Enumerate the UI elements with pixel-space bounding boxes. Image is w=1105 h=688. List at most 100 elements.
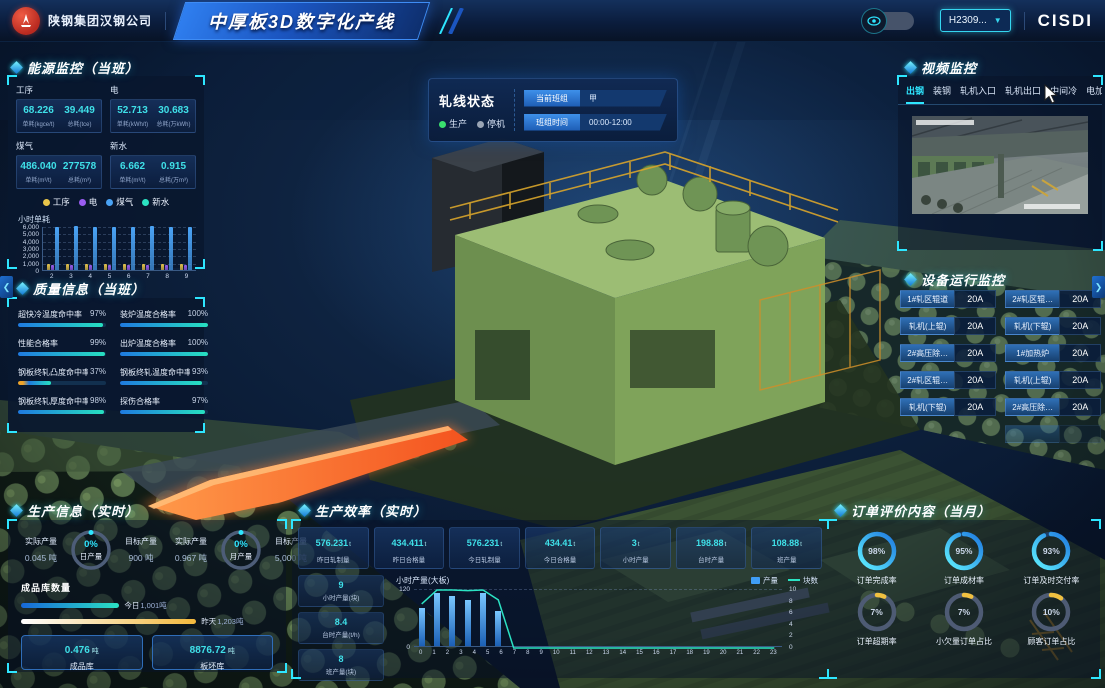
tab-charging[interactable]: 装钢 [933,84,951,104]
stat-card: 576.231t今日轧制量 [449,527,520,569]
quality-item: 装炉温度合格率100% [120,309,208,327]
device-row: 2#轧区辊…20A [900,371,996,389]
device-row: 1#加热炉20A [1005,344,1101,362]
gauge-customer-order-ratio: 10% 顾客订单占比 [1009,589,1094,647]
energy-panel-title: 能源监控（当班） [12,58,139,77]
gauge-small-shortage-ratio: 7% 小欠量订单占比 [921,589,1006,647]
side-stat: 8.4台时产量(t/h) [298,612,384,644]
device-row: 轧机(上辊)20A [900,317,996,335]
efficiency-panel-title: 生产效率（实时） [300,501,427,520]
devices-panel-title: 设备运行监控 [906,270,1005,289]
hourly-chart-legend: 产量 块数 [751,575,818,586]
device-row-partial [1005,425,1101,443]
shift-team-pill: 当前班组 甲 [524,90,667,107]
quality-panel-title: 质量信息（当班） [18,279,145,298]
orders-panel-title: 订单评价内容（当月） [836,501,991,520]
legend-dot-process [43,199,50,206]
device-row: 轧机(上辊)20A [1005,371,1101,389]
daily-production-group: 实际产量0.045 吨 0%日产量 目标产量900 吨 [16,528,166,572]
page-title: 中厚板3D数字化产线 [173,2,430,40]
device-row: 2#高压除…20A [1005,398,1101,416]
cctv-feed[interactable] [912,116,1088,214]
gauge-order-yield: 95% 订单成材率 [921,528,1006,586]
efficiency-panel: 576.231t昨日轧制量 434.411t昨日合格量 576.231t今日轧制… [292,520,828,678]
gauge-order-completion: 98% 订单完成率 [834,528,919,586]
production-panel: 实际产量0.045 吨 0%日产量 目标产量900 吨 实际产量0.967 吨 … [8,520,286,672]
side-stat: 8班产量(块) [298,649,384,681]
quality-item: 性能合格率99% [18,338,106,356]
dashboard: 陕钢集团汉钢公司 中厚板3D数字化产线 H2309... ▼ CISDI [0,0,1105,688]
tab-tapping[interactable]: 出钢 [906,84,924,104]
shift-dropdown-value: H2309... [949,15,987,26]
diamond-icon [16,282,29,295]
production-panel-title: 生产信息（实时） [12,501,139,520]
eye-icon [861,8,887,34]
diamond-icon [10,61,23,74]
collapse-left-icon[interactable]: ❮ [0,276,13,298]
stat-card: 434.41t今日合格量 [525,527,596,569]
stat-card: 108.88t班产量 [751,527,822,569]
quality-panel: 超快冷温度命中率97% 装炉温度合格率100% 性能合格率99% 出炉温度合格率… [8,298,204,432]
shift-dropdown[interactable]: H2309... ▼ [940,9,1011,32]
header-divider [165,12,166,30]
quality-item: 超快冷温度命中率97% [18,309,106,327]
quality-item: 探伤合格率97% [120,396,208,414]
header-slash-decoration [434,8,472,34]
diamond-icon [834,504,847,517]
side-stat: 9小时产量(块) [298,575,384,607]
warehouse-bar-yesterday: 昨天1,203吨 [21,616,273,627]
energy-quadrant-process: 工序 68.226单耗(kgce/t) 39.449总耗(tce) [16,84,102,133]
video-tabs: 出钢 装钢 轧机入口 轧机出口 中间冷 电加热 [898,76,1102,105]
device-row: 2#轧区辊…20A [1005,290,1101,308]
divider [514,89,515,131]
mill-status-panel: 轧线状态 生产 停机 当前班组 甲 班组时间 00:00-12:00 [428,78,678,142]
stat-card: 198.88t台时产量 [676,527,747,569]
energy-chart-title: 小时单耗 [18,214,204,225]
tab-heating[interactable]: 电加热 [1086,84,1102,104]
cisdi-logo: CISDI [1038,11,1093,31]
device-row: 2#高压除…20A [900,344,996,362]
video-panel: 出钢 装钢 轧机入口 轧机出口 中间冷 电加热 [898,76,1102,250]
legend-dot-electric [79,199,86,206]
gauge-on-time-delivery: 93% 订单及时交付率 [1009,528,1094,586]
stat-card: 3t小时产量 [600,527,671,569]
slab-store-card: 8876.72吨 板坯库 [152,635,274,670]
quality-item: 钢板终轧厚度命中率98% [18,396,106,414]
legend-dot-gas [106,199,113,206]
monthly-ring-gauge: 0%月产量 [219,528,263,572]
warehouse-bar-today: 今日1,001吨 [21,600,273,611]
energy-quadrant-gas: 煤气 486.040单耗(m³/t) 277578总耗(m³) [16,140,102,189]
status-dot-running [439,121,446,128]
quality-item: 钢板终轧温度命中率93% [120,367,208,385]
orders-panel: 98% 订单完成率 95% 订单成材率 93% 订单及时交付率 7% 订单超期率… [828,520,1100,678]
diamond-icon [904,273,917,286]
warehouse-title: 成品库数量 [21,581,286,594]
device-row: 1#轧区辊道20A [900,290,996,308]
diamond-icon [298,504,311,517]
quality-item: 出炉温度合格率100% [120,338,208,356]
energy-quadrant-water: 新水 6.662单耗(m³/t) 0.915总耗(万m³) [110,140,196,189]
chevron-down-icon: ▼ [994,16,1002,25]
energy-legend: 工序 电 煤气 新水 [8,196,204,208]
status-dot-stopped [477,121,484,128]
app-header: 陕钢集团汉钢公司 中厚板3D数字化产线 H2309... ▼ CISDI [0,0,1105,42]
collapse-right-icon[interactable]: ❯ [1092,276,1105,298]
visibility-toggle[interactable] [864,12,914,30]
gauge-overdue-rate: 7% 订单超期率 [834,589,919,647]
diamond-icon [904,61,917,74]
energy-hourly-bar-chart: 01,0002,0003,0004,0005,0006,00023456789 [16,227,196,280]
device-row: 轧机(下辊)20A [1005,317,1101,335]
legend-bar-icon [751,577,760,584]
device-row: 轧机(下辊)20A [900,398,996,416]
company-logo [12,7,40,35]
diamond-icon [10,504,23,517]
shift-time-pill: 班组时间 00:00-12:00 [524,114,667,131]
stat-card: 576.231t昨日轧制量 [298,527,369,569]
tab-mill-exit[interactable]: 轧机出口 [1005,84,1041,104]
finished-store-card: 0.476吨 成品库 [21,635,143,670]
daily-ring-gauge: 0%日产量 [69,528,113,572]
company-name: 陕钢集团汉钢公司 [48,12,152,29]
flame-glyph [17,12,35,30]
tab-mill-entry[interactable]: 轧机入口 [960,84,996,104]
devices-list: 1#轧区辊道20A 2#轧区辊…20A 轧机(上辊)20A 轧机(下辊)20A … [900,290,1101,443]
